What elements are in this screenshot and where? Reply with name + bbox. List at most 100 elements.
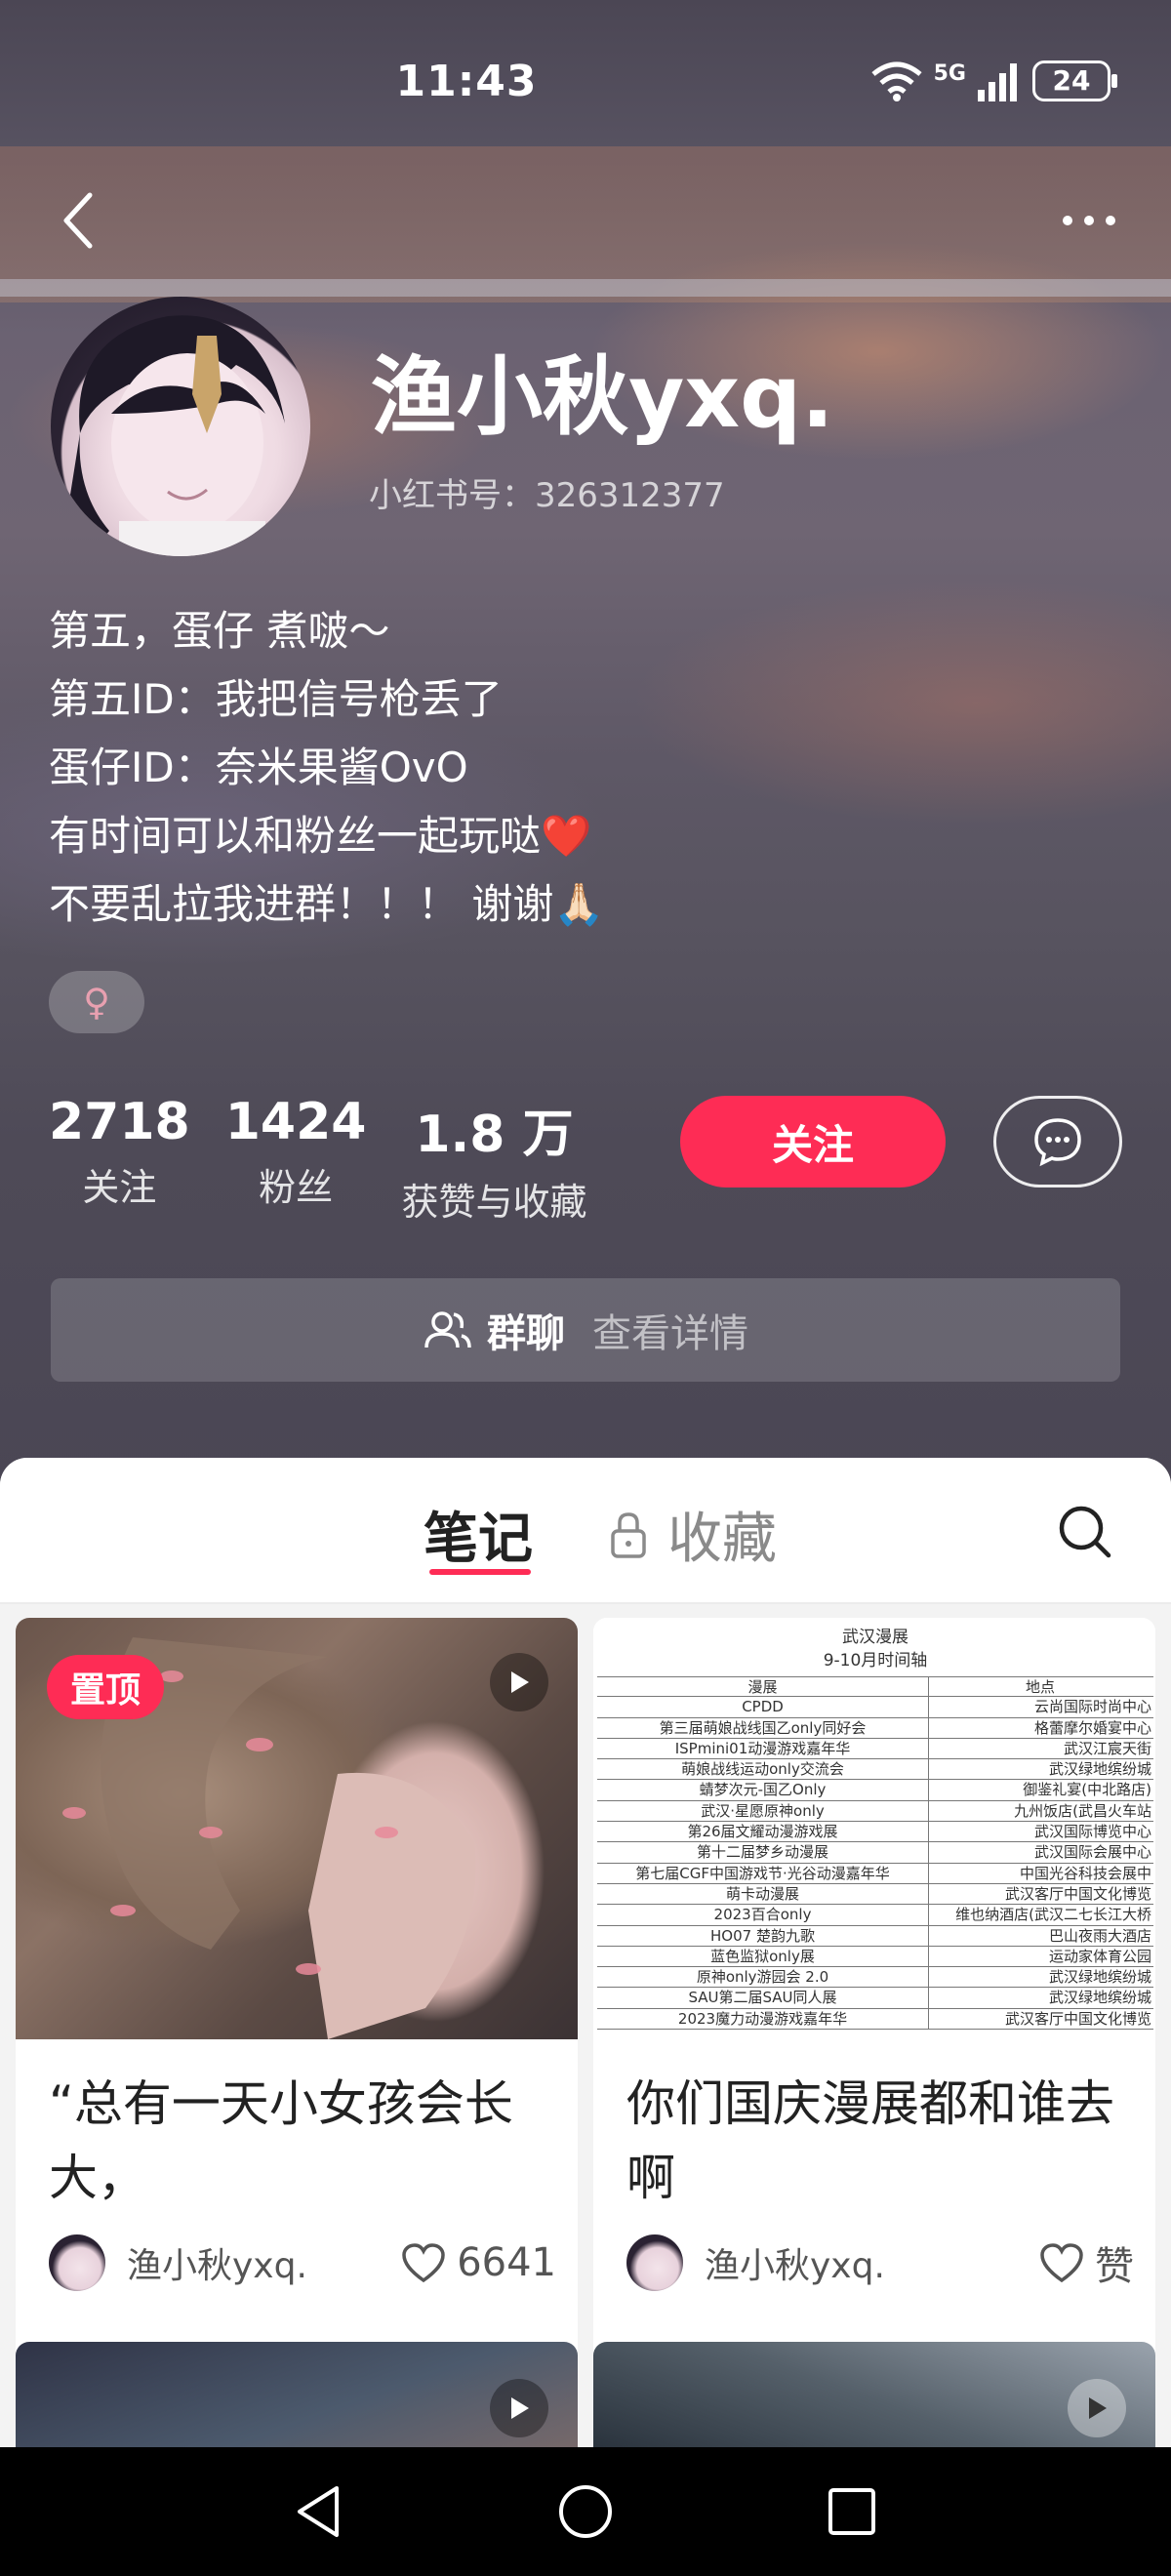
table-row: SAU第二届SAU同人展 武汉绿地缤纷城 xyxy=(597,1988,1153,2009)
table-title: 武汉漫展 xyxy=(842,1628,909,1647)
nav-home-button[interactable] xyxy=(546,2473,625,2551)
female-icon: ♀ xyxy=(83,981,110,1024)
gender-badge: ♀ xyxy=(49,971,144,1033)
stat-label: 粉丝 xyxy=(259,1166,334,1209)
table-row: 蓝色监狱only展 运动家体育公园 xyxy=(597,1946,1153,1968)
table-cell: 中国光谷科技会展中 xyxy=(1019,1864,1151,1882)
table-row: 第三届萌娘战线国乙only同好会 格蕾摩尔婚宴中心 xyxy=(597,1717,1153,1739)
note-footer: 渔小秋yxq. 赞 xyxy=(626,2234,1134,2291)
note-card[interactable]: 武汉漫展 9-10月时间轴 漫展 地点 CPDD 云尚国际时尚中心 第三届萌娘战线国… xyxy=(593,1618,1155,2447)
group-chat-label: 群聊 xyxy=(487,1311,565,1356)
signal-icon xyxy=(978,63,1017,101)
video-indicator xyxy=(1068,2379,1126,2437)
table-cell: 蓝色监狱only展 xyxy=(597,1946,929,1967)
table-header-row: 漫展 地点 xyxy=(597,1676,1153,1698)
table-cell: 格蕾摩尔婚宴中心 xyxy=(1033,1718,1151,1737)
note-author: 渔小秋yxq. xyxy=(127,2246,307,2286)
note-title: 你们国庆漫展都和谁去啊 xyxy=(626,2075,1114,2206)
table-cell: 武汉绿地缤纷城 xyxy=(1048,1968,1151,1987)
profile-bio: 第五，蛋仔 煮啵～ 第五ID：我把信号枪丢了 蛋仔ID：奈米果酱OvO 有时间可… xyxy=(49,597,605,939)
status-time: 11:43 xyxy=(395,57,538,106)
status-bar: 11:43 5G 24 xyxy=(0,0,1171,146)
square-recents-icon xyxy=(828,2488,876,2535)
stat-likes-collects[interactable]: 1.8 万 获赞与收藏 xyxy=(401,1093,586,1226)
search-button[interactable] xyxy=(1054,1501,1116,1563)
tab-collections[interactable]: 收藏 xyxy=(607,1495,777,1574)
table-cell: 武汉·星愿原神only xyxy=(597,1800,929,1822)
bio-line: 第五，蛋仔 煮啵～ xyxy=(49,607,390,655)
like-button[interactable]: 赞 xyxy=(1038,2234,1134,2291)
note-footer: 渔小秋yxq. 6641 xyxy=(49,2234,556,2291)
stat-following[interactable]: 2718 关注 xyxy=(49,1093,190,1226)
stat-value: 1424 xyxy=(224,1093,367,1151)
avatar-illustration xyxy=(61,315,285,556)
pinned-badge: 置顶 xyxy=(47,1655,164,1719)
nav-recents-button[interactable] xyxy=(813,2473,891,2551)
tab-notes[interactable]: 笔记 xyxy=(424,1495,533,1574)
table-subtitle: 9-10月时间轴 xyxy=(823,1651,928,1670)
table-cell: 武汉客厅中国文化博览 xyxy=(1004,1884,1151,1903)
table-cell: 云尚国际时尚中心 xyxy=(1033,1698,1151,1716)
table-cell: 运动家体育公园 xyxy=(1048,1947,1151,1965)
profile-tabs: 笔记 收藏 xyxy=(0,1458,1171,1604)
lock-icon xyxy=(611,1511,646,1558)
like-button[interactable]: 6641 xyxy=(400,2240,556,2285)
table-row: 萌卡动漫展 武汉客厅中国文化博览 xyxy=(597,1883,1153,1906)
stat-value: 2718 xyxy=(49,1093,190,1151)
table-cell: 武汉绿地缤纷城 xyxy=(1048,1760,1151,1779)
search-icon xyxy=(1059,1506,1111,1558)
table-cell: 原神only游园会 2.0 xyxy=(597,1967,929,1988)
header-divider-line xyxy=(0,279,1171,297)
message-button[interactable] xyxy=(993,1096,1122,1187)
note-title: “总有一天小女孩会长大， xyxy=(49,2075,513,2206)
group-users-icon xyxy=(424,1311,471,1348)
back-button[interactable] xyxy=(51,181,109,260)
play-icon xyxy=(511,1671,529,1693)
video-indicator xyxy=(490,2379,548,2437)
note-card[interactable]: 置顶 “总有一天小女孩会长大， 渔小秋yxq. 6641 xyxy=(16,1618,578,2447)
more-dot xyxy=(1084,216,1094,225)
battery-indicator: 24 xyxy=(1032,60,1117,101)
table-cell: 2023百合only xyxy=(597,1905,929,1925)
bio-line: 第五ID：我把信号枪丢了 xyxy=(49,675,503,723)
profile-username: 渔小秋yxq. xyxy=(371,346,834,447)
nav-back-button[interactable] xyxy=(280,2473,358,2551)
table-cell: SAU第二届SAU同人展 xyxy=(597,1988,929,2008)
table-cell: 武汉客厅中国文化博览 xyxy=(1004,2009,1151,2028)
table-row: 原神only游园会 2.0 武汉绿地缤纷城 xyxy=(597,1967,1153,1989)
note-author: 渔小秋yxq. xyxy=(705,2246,885,2286)
table-cell: 第三届萌娘战线国乙only同好会 xyxy=(597,1717,929,1738)
table-cell: 萌娘战线运动only交流会 xyxy=(597,1759,929,1780)
table-row: 2023百合only 维也纳酒店(武汉二七长江大桥 xyxy=(597,1905,1153,1926)
table-row: 第26届文耀动漫游戏展 武汉国际博览中心 xyxy=(597,1822,1153,1843)
follow-button[interactable]: 关注 xyxy=(680,1096,946,1187)
note-cover-image: 武汉漫展 9-10月时间轴 漫展 地点 CPDD 云尚国际时尚中心 第三届萌娘战线国… xyxy=(593,1618,1155,2039)
table-row: 第十二届梦乡动漫展 武汉国际会展中心 xyxy=(597,1842,1153,1864)
notes-sheet: 笔记 收藏 置顶 “总有一天小女孩会长大， 渔小秋yxq. 6641 武汉漫展 … xyxy=(0,1458,1171,2576)
table-cell: 2023魔力动漫游戏嘉年华 xyxy=(597,2008,929,2030)
message-bubble-icon xyxy=(1034,1118,1081,1167)
bio-line: 不要乱拉我进群！！！ 谢谢🙏🏻 xyxy=(49,880,605,928)
table-cell: 巴山夜雨大酒店 xyxy=(1048,1926,1151,1945)
heart-icon xyxy=(402,2243,445,2283)
play-icon xyxy=(1089,2397,1107,2419)
system-navigation-bar xyxy=(0,2447,1171,2576)
table-cell: 九州饭店(武昌火车站 xyxy=(1014,1801,1151,1820)
table-cell: 第七届CGF中国游戏节·光谷动漫嘉年华 xyxy=(597,1863,929,1883)
avatar[interactable] xyxy=(51,297,310,556)
table-cell: 御鉴礼宴(中北路店) xyxy=(1023,1781,1151,1799)
table-row: 萌娘战线运动only交流会 武汉绿地缤纷城 xyxy=(597,1759,1153,1781)
more-button[interactable] xyxy=(1050,191,1128,250)
more-dot xyxy=(1063,216,1072,225)
stat-label: 关注 xyxy=(82,1166,157,1209)
table-row: CPDD 云尚国际时尚中心 xyxy=(597,1697,1153,1718)
group-chat-bar[interactable]: 群聊 查看详情 xyxy=(51,1278,1120,1382)
heart-icon xyxy=(1040,2243,1083,2283)
table-body: CPDD 云尚国际时尚中心 第三届萌娘战线国乙only同好会 格蕾摩尔婚宴中心 ISPm… xyxy=(597,1697,1153,2031)
profile-account-id[interactable]: 小红书号：326312377 xyxy=(369,468,725,516)
stat-followers[interactable]: 1424 粉丝 xyxy=(225,1093,367,1226)
table-cell: 武汉江宸天街 xyxy=(1063,1739,1151,1757)
status-icons: 5G 24 xyxy=(869,60,1117,101)
table-cell: 维也纳酒店(武汉二七长江大桥 xyxy=(955,1906,1151,1924)
table-row: 2023魔力动漫游戏嘉年华 武汉客厅中国文化博览 xyxy=(597,2008,1153,2031)
